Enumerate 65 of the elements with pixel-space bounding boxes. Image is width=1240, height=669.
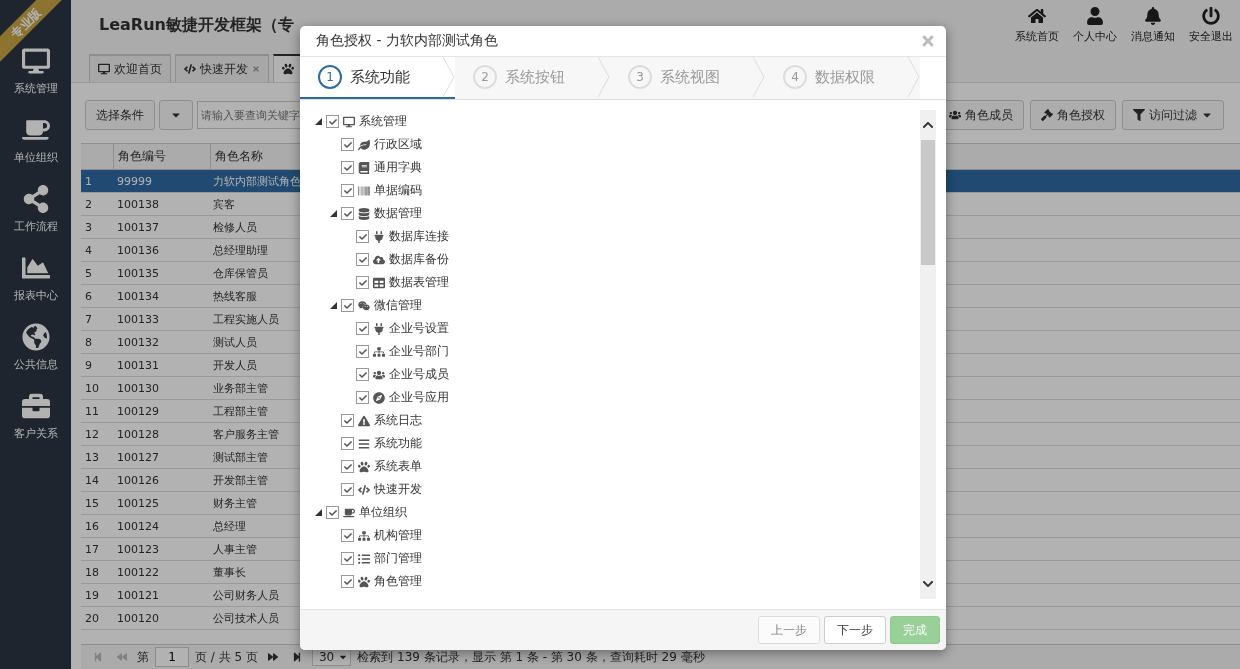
- table-cell-text: 客户服务主管: [212, 426, 280, 442]
- row-number: 3: [84, 220, 93, 234]
- table-cell-text: 99999: [116, 174, 153, 188]
- table-cell-text: 100137: [116, 220, 160, 234]
- table-cell-text: 业务部主管: [212, 380, 269, 396]
- pager-summary: 检索到 139 条记录，显示 第 1 条 - 第 30 条，查询耗时 29 毫秒: [357, 648, 705, 666]
- row-number: 20: [84, 611, 100, 625]
- table-cell-text: 检修人员: [212, 219, 258, 235]
- table-cell-text: 100134: [116, 289, 160, 303]
- table-cell-text: 100138: [116, 197, 160, 211]
- row-number: 12: [84, 427, 100, 441]
- row-number: 5: [84, 266, 93, 280]
- row-number: 1: [84, 174, 93, 188]
- row-number: 6: [84, 289, 93, 303]
- row-number: 19: [84, 588, 100, 602]
- row-number: 14: [84, 473, 100, 487]
- table-cell-text: 100131: [116, 358, 160, 372]
- table-cell-text: 总经理助理: [212, 242, 269, 258]
- table-cell-text: 100122: [116, 565, 160, 579]
- table-cell-text: 100132: [116, 335, 160, 349]
- table-cell-text: 仓库保管员: [212, 265, 269, 281]
- row-number: 2: [84, 197, 93, 211]
- row-number: 8: [84, 335, 93, 349]
- table-cell-text: 测试部主管: [212, 449, 269, 465]
- table-cell-text: 100126: [116, 473, 160, 487]
- row-number: 10: [84, 381, 100, 395]
- row-number: 18: [84, 565, 100, 579]
- table-cell-text: 力软内部测试角色: [212, 173, 302, 189]
- table-cell-text: 100121: [116, 588, 160, 602]
- table-cell-text: 100120: [116, 611, 160, 625]
- table-cell-text: 100128: [116, 427, 160, 441]
- row-number: 13: [84, 450, 100, 464]
- table-cell-text: 公司财务人员: [212, 587, 280, 603]
- table-cell-text: 工程实施人员: [212, 311, 280, 327]
- row-number: 16: [84, 519, 100, 533]
- table-cell-text: 100127: [116, 450, 160, 464]
- table-cell-text: 热线客服: [212, 288, 258, 304]
- row-number: 7: [84, 312, 93, 326]
- row-number: 15: [84, 496, 100, 510]
- table-cell-text: 人事主管: [212, 541, 258, 557]
- dialog-title: 角色授权 - 力软内部测试角色: [316, 32, 498, 50]
- table-cell-text: 财务主管: [212, 495, 258, 511]
- row-number: 9: [84, 358, 93, 372]
- pager-label: 页 / 共 5 页: [195, 648, 258, 666]
- table-cell-text: 100135: [116, 266, 160, 280]
- table-cell-text: 工程部主管: [212, 403, 269, 419]
- table-cell-text: 100125: [116, 496, 160, 510]
- row-number: 4: [84, 243, 93, 257]
- row-number: 11: [84, 404, 100, 418]
- row-number: 17: [84, 542, 100, 556]
- table-cell-text: 开发人员: [212, 357, 258, 373]
- table-cell-text: 100123: [116, 542, 160, 556]
- pager-label: 第: [137, 648, 149, 666]
- table-cell-text: 总经理: [212, 518, 247, 534]
- table-cell-text: 测试人员: [212, 334, 258, 350]
- table-cell-text: 100136: [116, 243, 160, 257]
- table-cell-text: 100124: [116, 519, 160, 533]
- table-cell-text: 100130: [116, 381, 160, 395]
- table-cell-text: 100129: [116, 404, 160, 418]
- table-cell-text: 开发部主管: [212, 472, 269, 488]
- app-title: LeaRun敏捷开发框架（专: [99, 14, 294, 36]
- table-cell-text: 宾客: [212, 196, 236, 212]
- table-cell-text: 董事长: [212, 564, 247, 580]
- table-cell-text: 100133: [116, 312, 160, 326]
- table-cell-text: 公司技术人员: [212, 610, 280, 626]
